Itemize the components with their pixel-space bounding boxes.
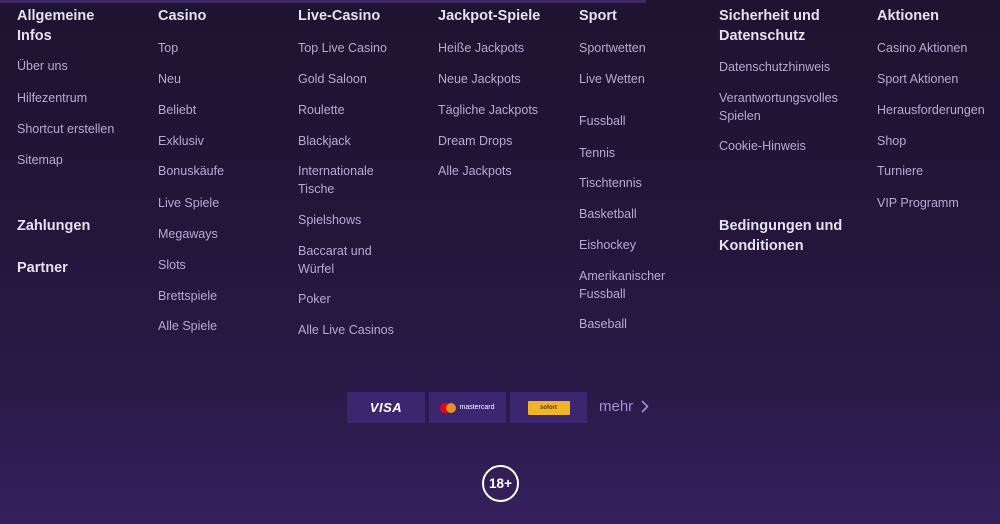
- link-gold-saloon[interactable]: Gold Saloon: [298, 71, 367, 89]
- link-vip-programm[interactable]: VIP Programm: [877, 195, 959, 213]
- link-internationale-tische[interactable]: Internationale Tische: [298, 163, 374, 198]
- heading-sport: Sport: [579, 8, 617, 24]
- payment-visa[interactable]: VISA: [347, 392, 425, 423]
- link-turniere[interactable]: Turniere: [877, 163, 923, 181]
- link-roulette[interactable]: Roulette: [298, 102, 345, 120]
- link-casino-top[interactable]: Top: [158, 40, 178, 58]
- more-payments-link[interactable]: mehr: [599, 398, 649, 415]
- link-casino-live-spiele[interactable]: Live Spiele: [158, 195, 219, 213]
- heading-general-infos: Allgemeine Infos: [17, 8, 95, 44]
- link-ueber-uns[interactable]: Über uns: [17, 58, 68, 76]
- link-datenschutzhinweis[interactable]: Datenschutzhinweis: [719, 59, 830, 77]
- heading-casino: Casino: [158, 8, 207, 24]
- link-baseball[interactable]: Baseball: [579, 316, 627, 334]
- link-alle-jackpots[interactable]: Alle Jackpots: [438, 163, 512, 181]
- link-eishockey[interactable]: Eishockey: [579, 237, 636, 255]
- link-shop[interactable]: Shop: [877, 133, 906, 151]
- heading-zahlungen[interactable]: Zahlungen: [17, 217, 90, 237]
- heading-jackpot-spiele: Jackpot-Spiele: [438, 8, 541, 24]
- link-casino-exklusiv[interactable]: Exklusiv: [158, 133, 204, 151]
- link-casino-bonuskaeufe[interactable]: Bonuskäufe: [158, 163, 224, 181]
- payment-mastercard[interactable]: mastercard: [429, 392, 506, 423]
- sofort-logo: sofort: [527, 400, 570, 415]
- link-shortcut[interactable]: Shortcut erstellen: [17, 121, 114, 139]
- link-taegliche-jackpots[interactable]: Tägliche Jackpots: [438, 102, 538, 120]
- link-tischtennis[interactable]: Tischtennis: [579, 175, 642, 193]
- heading-aktionen: Aktionen: [877, 8, 940, 24]
- link-casino-slots[interactable]: Slots: [158, 257, 186, 275]
- link-alle-live-casinos[interactable]: Alle Live Casinos: [298, 322, 394, 340]
- link-cookie-hinweis[interactable]: Cookie-Hinweis: [719, 138, 806, 156]
- heading-sicherheit-datenschutz: Sicherheit und Datenschutz: [719, 8, 820, 44]
- link-casino-megaways[interactable]: Megaways: [158, 226, 218, 244]
- link-amerikanischer-fussball[interactable]: Amerikanischer Fussball: [579, 268, 665, 303]
- heading-bedingungen-konditionen[interactable]: Bedingungen und Konditionen: [719, 217, 842, 256]
- link-fussball[interactable]: Fussball: [579, 113, 626, 131]
- chevron-right-icon: [641, 400, 649, 413]
- link-poker[interactable]: Poker: [298, 291, 331, 309]
- link-casino-aktionen[interactable]: Casino Aktionen: [877, 40, 967, 58]
- heading-partner[interactable]: Partner: [17, 259, 68, 279]
- link-basketball[interactable]: Basketball: [579, 206, 637, 224]
- link-casino-alle-spiele[interactable]: Alle Spiele: [158, 318, 217, 336]
- payment-sofort[interactable]: sofort: [510, 392, 587, 423]
- link-neue-jackpots[interactable]: Neue Jackpots: [438, 71, 521, 89]
- link-heisse-jackpots[interactable]: Heiße Jackpots: [438, 40, 524, 58]
- link-tennis[interactable]: Tennis: [579, 145, 615, 163]
- top-divider: [0, 0, 646, 3]
- link-herausforderungen[interactable]: Herausforderungen: [877, 102, 985, 120]
- more-label: mehr: [599, 398, 634, 415]
- link-live-wetten[interactable]: Live Wetten: [579, 71, 645, 89]
- link-baccarat-wuerfel[interactable]: Baccarat und Würfel: [298, 243, 372, 278]
- link-sitemap[interactable]: Sitemap: [17, 152, 63, 170]
- link-sportwetten[interactable]: Sportwetten: [579, 40, 646, 58]
- heading-live-casino: Live-Casino: [298, 8, 381, 24]
- link-blackjack[interactable]: Blackjack: [298, 133, 351, 151]
- link-casino-beliebt[interactable]: Beliebt: [158, 102, 196, 120]
- link-casino-brettspiele[interactable]: Brettspiele: [158, 288, 217, 306]
- visa-logo: VISA: [369, 400, 403, 415]
- mastercard-logo: mastercard: [440, 402, 495, 413]
- link-verantwortungsvolles-spielen[interactable]: Verantwortungsvolles Spielen: [719, 90, 838, 125]
- link-sport-aktionen[interactable]: Sport Aktionen: [877, 71, 958, 89]
- link-casino-neu[interactable]: Neu: [158, 71, 181, 89]
- age-18-icon: 18+: [482, 465, 519, 502]
- link-top-live-casino[interactable]: Top Live Casino: [298, 40, 387, 58]
- link-hilfezentrum[interactable]: Hilfezentrum: [17, 90, 87, 108]
- link-spielshows[interactable]: Spielshows: [298, 212, 361, 230]
- link-dream-drops[interactable]: Dream Drops: [438, 133, 512, 151]
